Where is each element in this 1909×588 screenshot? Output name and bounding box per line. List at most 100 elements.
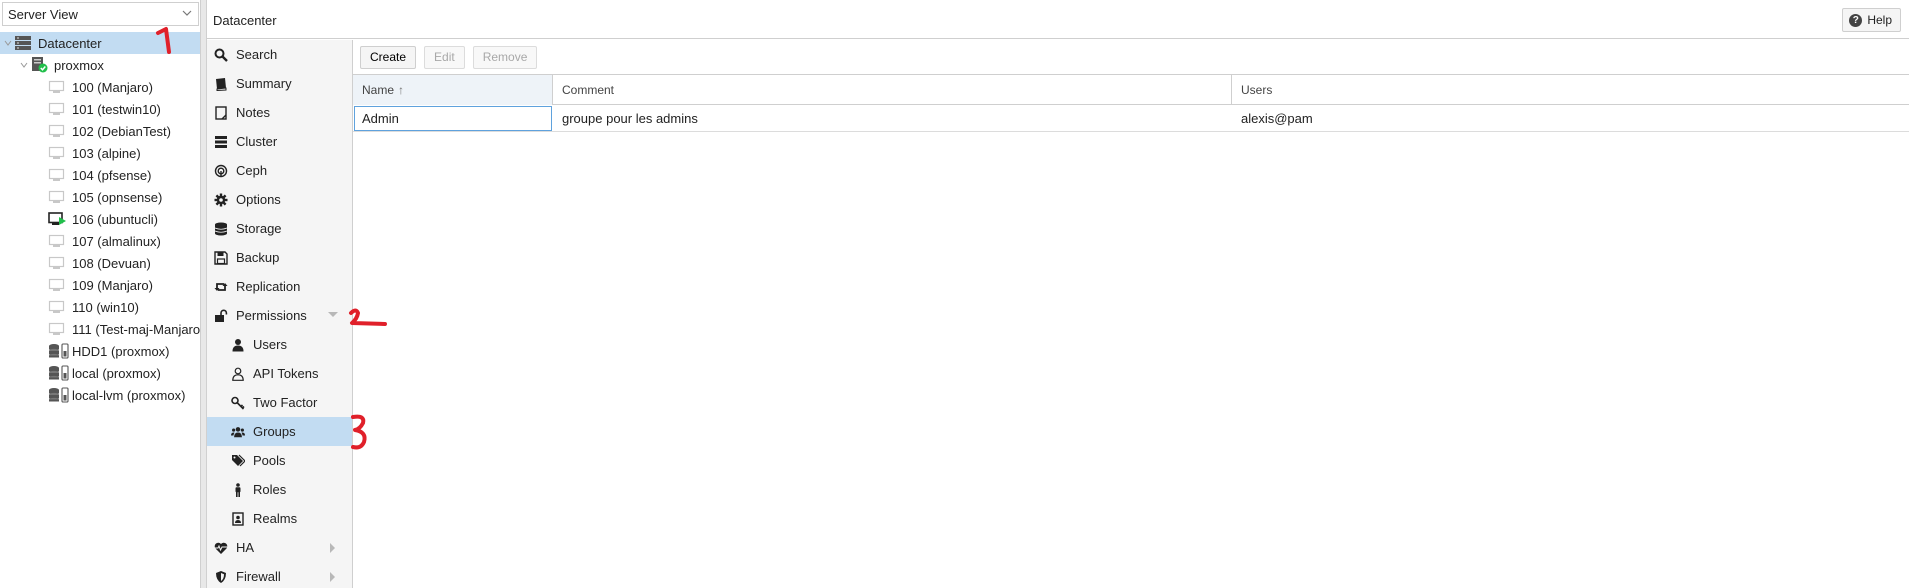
edit-button[interactable]: Edit [424, 45, 465, 69]
nav-item-firewall[interactable]: Firewall [207, 562, 352, 588]
nav-item-two-factor[interactable]: Two Factor [207, 388, 352, 417]
floppy-icon [214, 250, 228, 265]
nav-item-search[interactable]: Search [207, 40, 352, 69]
tree-item[interactable]: 107 (almalinux) [0, 230, 200, 252]
tree-item[interactable]: 109 (Manjaro) [0, 274, 200, 296]
tree-item[interactable]: 103 (alpine) [0, 142, 200, 164]
sort-ascending-icon: ↑ [398, 83, 405, 97]
cell-name[interactable]: Admin [353, 105, 553, 132]
nav-item-options[interactable]: Options [207, 185, 352, 214]
tree-item[interactable]: local (proxmox) [0, 362, 200, 384]
storage-icon [48, 343, 70, 359]
nav-item-replication[interactable]: Replication [207, 272, 352, 301]
create-button[interactable]: Create [360, 45, 417, 69]
nav-item-summary[interactable]: Summary [207, 69, 352, 98]
key-icon [231, 396, 245, 410]
remove-button[interactable]: Remove [472, 45, 538, 69]
tree-item[interactable]: 102 (DebianTest) [0, 120, 200, 142]
tree-item[interactable]: 110 (win10) [0, 296, 200, 318]
nav-item-label: Pools [253, 453, 286, 468]
help-button-label: Help [1867, 13, 1892, 27]
tree-item-label: 103 (alpine) [72, 145, 141, 161]
cell-comment[interactable]: groupe pour les admins [553, 105, 1232, 132]
tree-item[interactable]: 111 (Test-maj-Manjaro) [0, 318, 200, 340]
help-button[interactable]: ? Help [1842, 8, 1901, 32]
tree-item[interactable]: HDD1 (proxmox) [0, 340, 200, 362]
nav-item-api-tokens[interactable]: API Tokens [207, 359, 352, 388]
resource-tree-panel: Server View Datacenter proxmox 100 (Manjar… [0, 0, 201, 588]
address-book-icon [231, 511, 245, 526]
tree-item-label: HDD1 (proxmox) [72, 343, 170, 359]
nav-item-backup[interactable]: Backup [207, 243, 352, 272]
datacenter-icon [14, 35, 32, 51]
nav-item-ha[interactable]: HA [207, 533, 352, 562]
caret-right-icon[interactable] [330, 543, 335, 553]
annotation-mark-2 [349, 308, 387, 326]
caret-down-icon[interactable] [328, 312, 338, 317]
tree-item[interactable]: 106 (ubuntucli) [0, 208, 200, 230]
page-title: Datacenter [213, 13, 277, 28]
nav-item-users[interactable]: Users [207, 330, 352, 359]
node-online-icon [30, 57, 48, 73]
tree-item-label: 110 (win10) [72, 299, 139, 315]
tree-item-label: local (proxmox) [72, 365, 161, 381]
tree-item[interactable]: 100 (Manjaro) [0, 76, 200, 98]
content-header: Datacenter ? Help [207, 0, 1909, 39]
notes-icon [214, 105, 228, 120]
grid-toolbar: Create Edit Remove [353, 40, 1909, 75]
tree-expander-icon[interactable] [2, 37, 14, 49]
tree-expander-icon[interactable] [18, 59, 30, 71]
vm-stopped-icon [48, 321, 66, 337]
tree-item[interactable]: 105 (opnsense) [0, 186, 200, 208]
nav-item-cluster[interactable]: Cluster [207, 127, 352, 156]
tree-item-label: 108 (Devuan) [72, 255, 151, 271]
nav-item-permissions[interactable]: Permissions [207, 301, 352, 330]
nav-item-label: Replication [236, 279, 301, 294]
retweet-icon [214, 280, 228, 294]
tree-item-label: 106 (ubuntucli) [72, 211, 158, 227]
database-icon [214, 222, 228, 236]
nav-item-label: Backup [236, 250, 280, 265]
server-icon [214, 135, 228, 149]
tree-item[interactable]: 101 (testwin10) [0, 98, 200, 120]
caret-right-icon[interactable] [330, 572, 335, 582]
nav-item-label: Storage [236, 221, 282, 236]
tree-item-label: 109 (Manjaro) [72, 277, 153, 293]
question-circle-icon: ? [1849, 13, 1863, 27]
cell-users[interactable]: alexis@pam [1232, 105, 1909, 132]
nav-item-ceph[interactable]: Ceph [207, 156, 352, 185]
gear-icon [214, 193, 228, 207]
tree-item-label: 101 (testwin10) [72, 101, 161, 117]
tree-item-label: 102 (DebianTest) [72, 123, 171, 139]
tree-item[interactable]: proxmox [0, 54, 200, 76]
nav-item-realms[interactable]: Realms [207, 504, 352, 533]
nav-item-pools[interactable]: Pools [207, 446, 352, 475]
annotation-mark-1 [156, 27, 171, 54]
book-icon [214, 77, 228, 91]
view-selector[interactable]: Server View [2, 2, 199, 26]
tags-icon [231, 454, 245, 468]
storage-icon [48, 365, 70, 381]
column-header-name[interactable]: Name ↑ [353, 75, 553, 105]
table-row[interactable]: Admin groupe pour les admins alexis@pam [353, 105, 1909, 132]
nav-item-label: Roles [253, 482, 287, 497]
tree-item[interactable]: local-lvm (proxmox) [0, 384, 200, 406]
nav-item-notes[interactable]: Notes [207, 98, 352, 127]
nav-item-label: API Tokens [253, 366, 319, 381]
groups-panel: Create Edit Remove Name ↑ Comment Users … [353, 40, 1909, 588]
tree-item[interactable]: 104 (pfsense) [0, 164, 200, 186]
shield-icon [214, 570, 228, 584]
tree-item-label: 107 (almalinux) [72, 233, 161, 249]
nav-item-label: Firewall [236, 569, 281, 584]
nav-item-roles[interactable]: Roles [207, 475, 352, 504]
column-header-comment[interactable]: Comment [553, 75, 1232, 105]
nav-item-label: Users [253, 337, 287, 352]
tree-item[interactable]: 108 (Devuan) [0, 252, 200, 274]
vm-stopped-icon [48, 277, 66, 293]
tree-item-label: 105 (opnsense) [72, 189, 163, 205]
nav-item-storage[interactable]: Storage [207, 214, 352, 243]
column-header-users[interactable]: Users [1232, 75, 1909, 105]
nav-item-groups[interactable]: Groups [207, 417, 352, 446]
vm-stopped-icon [48, 233, 66, 249]
resource-tree: Datacenter proxmox 100 (Manjaro) 101 (testw… [0, 32, 200, 406]
